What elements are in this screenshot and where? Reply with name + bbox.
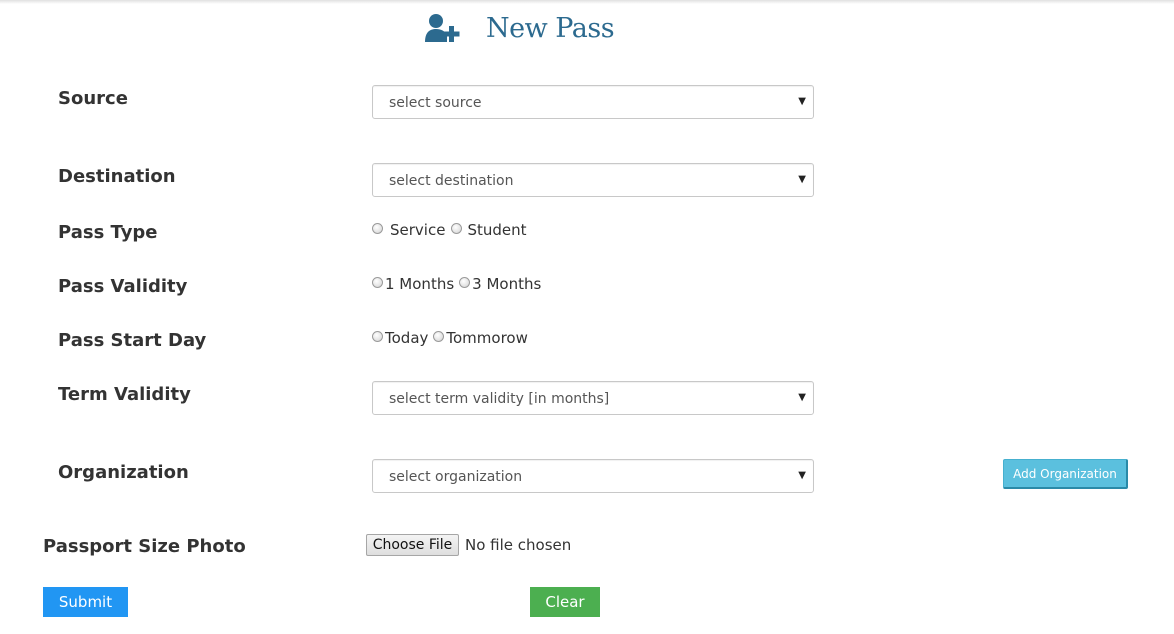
destination-select[interactable]: select destination ▼ (372, 163, 814, 197)
organization-select-value: select organization (389, 469, 523, 485)
destination-label: Destination (58, 166, 176, 187)
pass-type-service-label: Service (390, 221, 446, 239)
pass-type-student-radio[interactable] (451, 223, 463, 234)
organization-label: Organization (58, 462, 189, 483)
new-pass-page: New Pass Source select source ▼ Destinat… (0, 0, 1174, 634)
term-validity-select[interactable]: select term validity [in months] ▼ (372, 381, 814, 415)
pass-start-day-radio-group: Today Tommorow (372, 329, 528, 347)
source-label: Source (58, 88, 128, 109)
passport-photo-label: Passport Size Photo (43, 536, 246, 557)
dropdown-arrow-icon: ▼ (798, 96, 806, 107)
pass-type-service-radio[interactable] (372, 223, 383, 234)
pass-validity-1-month-label: 1 Months (385, 275, 455, 293)
page-title: New Pass (486, 12, 615, 44)
pass-validity-3-months-radio[interactable] (459, 277, 471, 288)
clear-button[interactable]: Clear (530, 587, 600, 617)
add-user-icon (424, 12, 462, 44)
pass-start-tomorrow-radio[interactable] (433, 331, 445, 342)
pass-type-student-label: Student (467, 221, 527, 239)
term-validity-select-value: select term validity [in months] (389, 391, 610, 407)
dropdown-arrow-icon: ▼ (798, 392, 806, 403)
destination-select-value: select destination (389, 173, 514, 189)
pass-start-tomorrow-label: Tommorow (446, 329, 528, 347)
pass-start-day-label: Pass Start Day (58, 330, 207, 351)
page-header: New Pass (424, 8, 615, 48)
term-validity-label: Term Validity (58, 384, 191, 405)
pass-type-label: Pass Type (58, 222, 158, 243)
organization-select[interactable]: select organization ▼ (372, 459, 814, 493)
pass-type-radio-group: Service Student (372, 221, 527, 239)
source-select[interactable]: select source ▼ (372, 85, 814, 119)
add-organization-button[interactable]: Add Organization (1003, 459, 1128, 489)
pass-start-today-label: Today (385, 329, 429, 347)
choose-file-button[interactable]: Choose File (366, 534, 459, 556)
dropdown-arrow-icon: ▼ (798, 470, 806, 481)
submit-button[interactable]: Submit (43, 587, 128, 617)
pass-validity-3-months-label: 3 Months (472, 275, 542, 293)
top-shadow (0, 0, 1174, 4)
pass-validity-label: Pass Validity (58, 276, 188, 297)
file-status-text: No file chosen (465, 536, 572, 554)
pass-validity-1-month-radio[interactable] (372, 277, 383, 288)
pass-validity-radio-group: 1 Months 3 Months (372, 275, 541, 293)
pass-start-today-radio[interactable] (372, 331, 383, 342)
source-select-value: select source (389, 95, 482, 111)
dropdown-arrow-icon: ▼ (798, 174, 806, 185)
